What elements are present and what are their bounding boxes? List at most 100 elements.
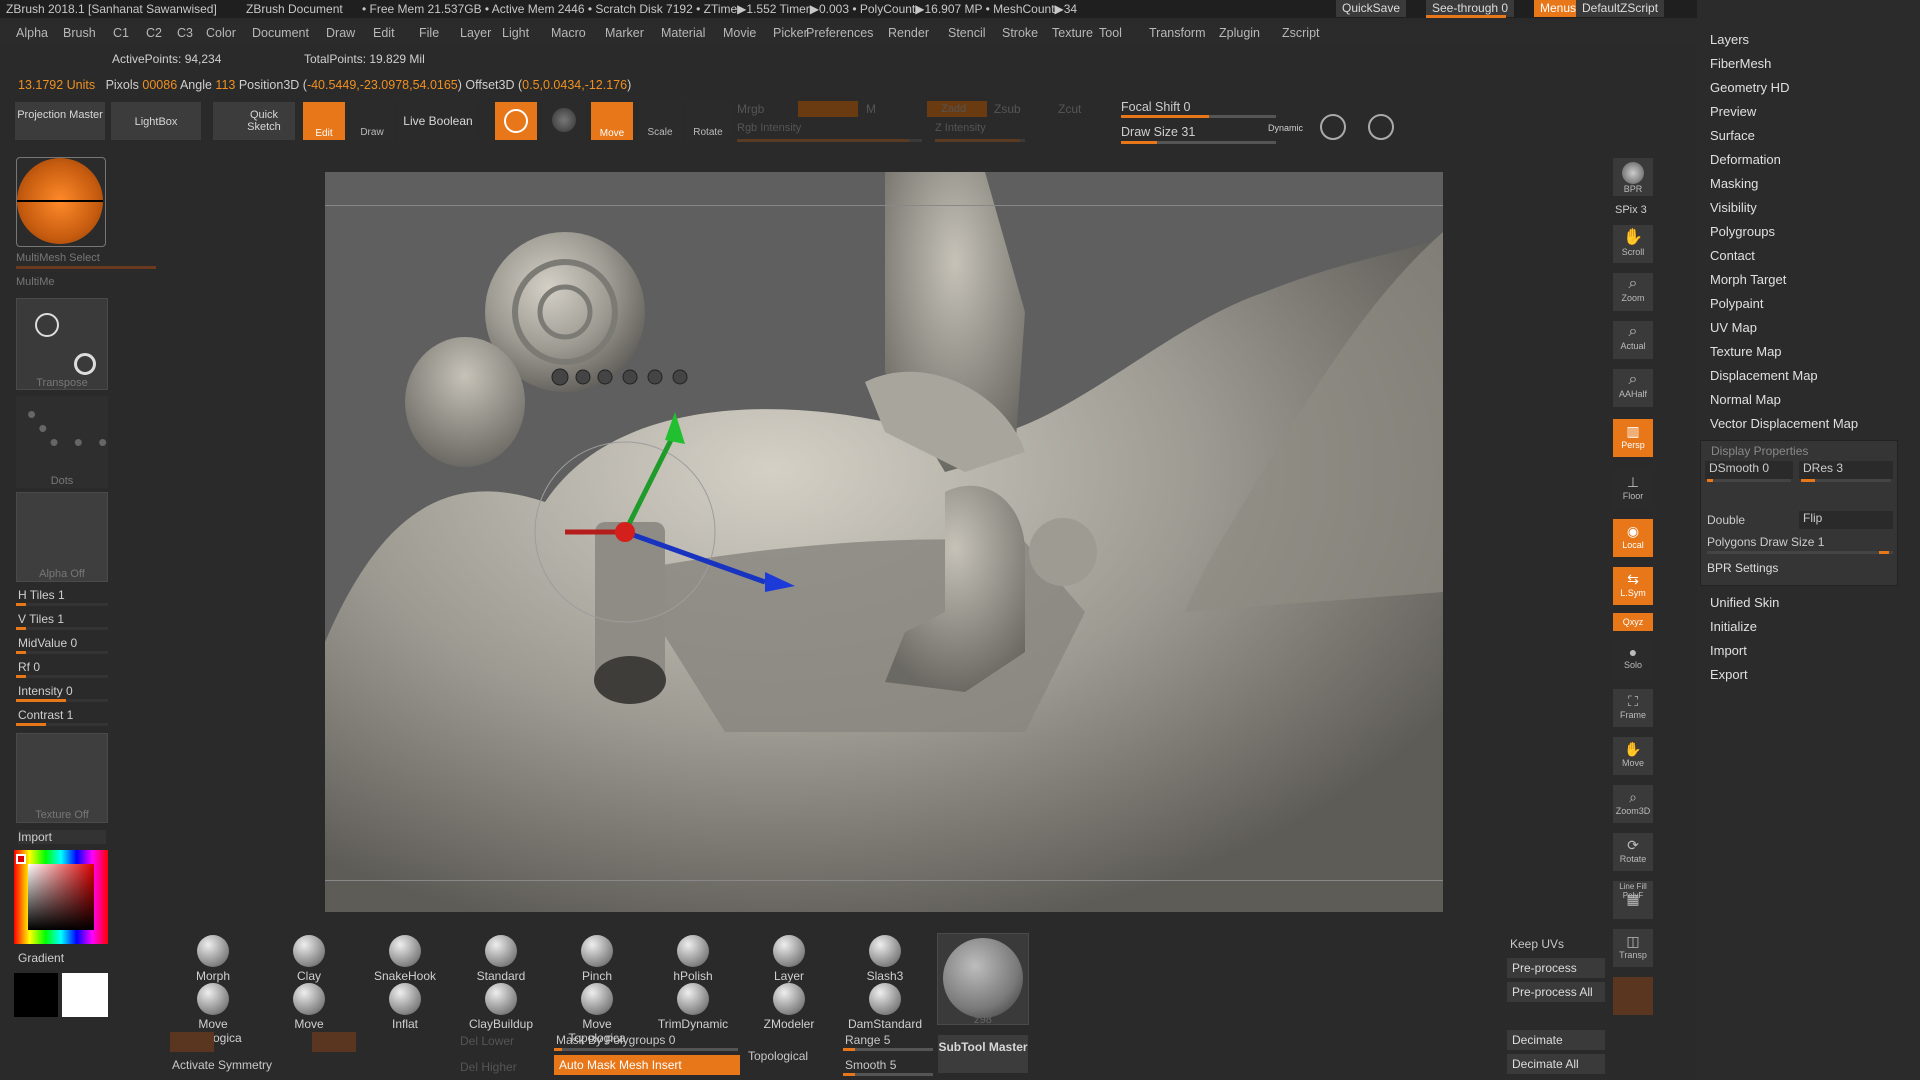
menu-item-render[interactable]: Render [888, 26, 929, 40]
flip-button[interactable]: Flip [1799, 511, 1893, 529]
spix-slider[interactable]: SPix 3 [1615, 204, 1647, 216]
palette-item-geometry-hd[interactable]: Geometry HD [1710, 80, 1789, 95]
projection-master-button[interactable]: Projection Master [14, 101, 106, 141]
draw-size-slider[interactable]: Draw Size 31 [1121, 125, 1195, 139]
menu-item-draw[interactable]: Draw [326, 26, 355, 40]
brush-move-topologica[interactable]: Move Topologica [174, 983, 252, 1045]
zoom-button[interactable]: ⌕ Zoom [1612, 272, 1654, 312]
stroke-d-icon[interactable] [1368, 114, 1394, 140]
polygons-draw-size-slider[interactable]: Polygons Draw Size 1 [1707, 535, 1824, 549]
brush-zmodeler[interactable]: ZModeler [750, 983, 828, 1031]
rotate-mode-button[interactable]: Rotate [686, 101, 730, 141]
zoom3d-button[interactable]: ⌕ Zoom3D [1612, 784, 1654, 824]
dynamic-toggle[interactable]: Dynamic [1268, 123, 1303, 133]
menu-item-zplugin[interactable]: Zplugin [1219, 26, 1260, 40]
rgb-intensity-slider[interactable]: Rgb Intensity [737, 122, 801, 134]
edit-button[interactable]: Edit [302, 101, 346, 141]
menu-item-c2[interactable]: C2 [146, 26, 162, 40]
palette-item-deformation[interactable]: Deformation [1710, 152, 1781, 167]
linefill-button[interactable]: ▦ Line Fill PolyF [1612, 880, 1654, 920]
transp-button[interactable]: ◫ Transp [1612, 928, 1654, 968]
brush-inflat[interactable]: Inflat [366, 983, 444, 1031]
brush-morph[interactable]: Morph [174, 935, 252, 983]
color-picker-square[interactable] [28, 864, 94, 930]
menu-item-document[interactable]: Document [252, 26, 309, 40]
menu-item-file[interactable]: File [419, 26, 439, 40]
mask-by-polygroups-slider[interactable]: Mask By Polygroups 0 [556, 1033, 675, 1047]
topological-button[interactable]: Topological [748, 1049, 808, 1063]
double-button[interactable]: Double [1707, 513, 1745, 527]
menu-item-edit[interactable]: Edit [373, 26, 395, 40]
palette-item-masking[interactable]: Masking [1710, 176, 1758, 191]
move-view-button[interactable]: ✋ Move [1612, 736, 1654, 776]
focal-shift-slider[interactable]: Focal Shift 0 [1121, 100, 1190, 114]
draw-button[interactable]: Draw [350, 101, 394, 141]
palette-item-polypaint[interactable]: Polypaint [1710, 296, 1763, 311]
palette-item-polygroups[interactable]: Polygroups [1710, 224, 1775, 239]
palette-item-export[interactable]: Export [1710, 667, 1748, 682]
menu-item-light[interactable]: Light [502, 26, 529, 40]
color-picker[interactable] [14, 850, 108, 944]
preprocess-all-button[interactable]: Pre-process All [1507, 982, 1605, 1002]
rgb-button[interactable] [798, 101, 858, 117]
menus-button[interactable]: Menus [1534, 0, 1583, 17]
decimate-current-button[interactable]: Decimate Curren [1507, 1030, 1605, 1067]
menu-item-picker[interactable]: Picker [773, 26, 808, 40]
brush-clay[interactable]: Clay [270, 935, 348, 983]
mrgb-button[interactable]: Mrgb [737, 102, 764, 116]
z-intensity-slider[interactable]: Z Intensity [935, 122, 986, 134]
palette-item-initialize[interactable]: Initialize [1710, 619, 1757, 634]
brush-damstandard[interactable]: DamStandard [846, 983, 924, 1031]
palette-item-contact[interactable]: Contact [1710, 248, 1755, 263]
symmetry-z-button[interactable] [312, 1032, 356, 1052]
quick-sketch-button[interactable]: Quick Sketch [212, 101, 296, 141]
palette-item-import[interactable]: Import [1710, 643, 1747, 658]
local-button[interactable]: ◉ Local [1612, 518, 1654, 558]
palette-item-uv-map[interactable]: UV Map [1710, 320, 1757, 335]
menu-item-color[interactable]: Color [206, 26, 236, 40]
lsym-button[interactable]: ⇆ L.Sym [1612, 566, 1654, 606]
activate-symmetry-button[interactable]: Activate Symmetry [172, 1058, 272, 1072]
rotate-view-button[interactable]: ⟳ Rotate [1612, 832, 1654, 872]
brush-move[interactable]: Move [270, 983, 348, 1031]
material-sphere-button[interactable] [494, 101, 538, 141]
brush-claybuildup[interactable]: ClayBuildup [462, 983, 540, 1031]
m-button[interactable]: M [866, 102, 876, 116]
brush-standard[interactable]: Standard [462, 935, 540, 983]
palette-item-surface[interactable]: Surface [1710, 128, 1755, 143]
keep-uvs-button[interactable]: Keep UVs [1510, 937, 1564, 951]
brush-slash3[interactable]: Slash3 [846, 935, 924, 983]
bpr-settings-button[interactable]: BPR Settings [1707, 561, 1778, 575]
persp-button[interactable]: ▥ Persp [1612, 418, 1654, 458]
scale-mode-button[interactable]: Scale [638, 101, 682, 141]
brush-thumbnail[interactable] [16, 157, 106, 247]
stroke-s-icon[interactable] [1320, 114, 1346, 140]
brush-layer[interactable]: Layer [750, 935, 828, 983]
symmetry-x-button[interactable] [170, 1032, 214, 1052]
menu-item-zscript[interactable]: Zscript [1282, 26, 1320, 40]
del-higher-button[interactable]: Del Higher [460, 1060, 517, 1074]
palette-item-texture-map[interactable]: Texture Map [1710, 344, 1782, 359]
intensity-slider[interactable]: Intensity 0 [18, 684, 73, 698]
brush-pinch[interactable]: Pinch [558, 935, 636, 983]
menu-item-stroke[interactable]: Stroke [1002, 26, 1038, 40]
display-properties-label[interactable]: Display Properties [1711, 444, 1808, 458]
menu-item-brush[interactable]: Brush [63, 26, 96, 40]
bpr-button[interactable]: BPR [1612, 157, 1654, 197]
palette-item-normal-map[interactable]: Normal Map [1710, 392, 1781, 407]
palette-item-preview[interactable]: Preview [1710, 104, 1756, 119]
menu-item-marker[interactable]: Marker [605, 26, 644, 40]
menu-item-alpha[interactable]: Alpha [16, 26, 48, 40]
del-lower-button[interactable]: Del Lower [460, 1034, 514, 1048]
material-preview-button[interactable]: z98 [937, 933, 1029, 1026]
zsub-button[interactable]: Zsub [994, 102, 1021, 116]
default-zscript-button[interactable]: DefaultZScript [1576, 0, 1665, 17]
brush-trimdynamic[interactable]: TrimDynamic [654, 983, 732, 1031]
brush-snakehook[interactable]: SnakeHook [366, 935, 444, 983]
smooth-slider[interactable]: Smooth 5 [845, 1058, 896, 1072]
dres-slider[interactable]: DRes 3 [1799, 461, 1893, 479]
lightbox-button[interactable]: LightBox [110, 101, 202, 141]
zcut-button[interactable]: Zcut [1058, 102, 1081, 116]
main-color-swatch[interactable] [62, 973, 108, 1017]
scroll-button[interactable]: ✋ Scroll [1612, 224, 1654, 264]
